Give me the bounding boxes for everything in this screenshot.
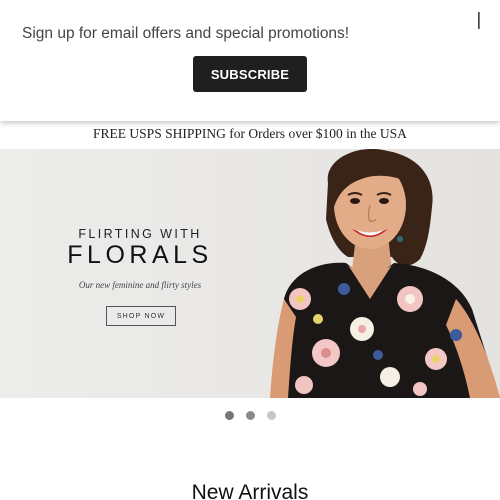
section-title: New Arrivals — [191, 481, 309, 500]
shipping-announcement: FREE USPS SHIPPING for Orders over $100 … — [93, 126, 407, 141]
carousel-dots — [0, 411, 500, 423]
hero-banner[interactable]: FLIRTING WITH FLORALS Our new feminine a… — [0, 149, 500, 398]
hero-subtitle: Our new feminine and flirty styles — [78, 280, 202, 290]
hero-model-image — [270, 149, 500, 398]
promo-text: Sign up for email offers and special pro… — [22, 25, 350, 42]
hero-title: FLORALS — [67, 241, 213, 269]
email-promo-banner: Sign up for email offers and special pro… — [0, 0, 500, 121]
carousel-dot[interactable] — [266, 411, 276, 420]
carousel-dot[interactable] — [224, 411, 234, 420]
close-icon[interactable]: | — [476, 11, 486, 29]
carousel-dot[interactable] — [245, 411, 255, 420]
hero-pre-title: FLIRTING WITH — [78, 227, 202, 241]
subscribe-button[interactable]: SUBSCRIBE — [193, 56, 307, 92]
shop-now-button[interactable]: SHOP NOW — [106, 306, 176, 326]
